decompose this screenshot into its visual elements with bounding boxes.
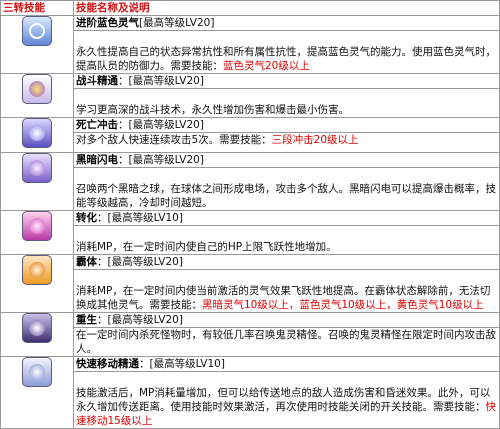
skill-desc-row: 技能激活后，MP消耗量增加，但可以给传送地点的敌人造成伤害和昏迷效果。此外，可以… bbox=[1, 371, 500, 429]
skill-desc-text: 在一定时间内杀死怪物时，有较低几率召唤鬼灵精怪。召唤的鬼灵精怪在限定时间内攻击敌… bbox=[76, 329, 496, 355]
skill-icon-cell bbox=[0, 15, 74, 74]
skill-icon-cell bbox=[0, 73, 74, 118]
skill-heading: 黑暗闪电：[最高等级LV20] bbox=[73, 152, 500, 168]
skill-row: 重生：[最高等级LV20] bbox=[0, 312, 500, 357]
skill-row: 进阶蓝色灵气[最高等级LV20] bbox=[0, 15, 500, 74]
skill-desc-row: 在一定时间内杀死怪物时，有较低几率召唤鬼灵精怪。召唤的鬼灵精怪在限定时间内攻击敌… bbox=[1, 327, 500, 357]
skill-description: 对多个敌人快速连续攻击5次。需要技能：三段冲击20级以上 bbox=[73, 132, 500, 153]
skill-level: ：[最高等级LV10] bbox=[139, 358, 225, 370]
skill-desc-row: 召唤两个黑暗之球，在球体之间形成电场，攻击多个敌人。黑暗闪电可以提高爆击概率，技… bbox=[1, 167, 500, 211]
skill-row: 转化：[最高等级LV10] bbox=[0, 210, 500, 255]
battle-mastery-icon bbox=[22, 74, 52, 104]
skill-heading: 战斗精通：[最高等级LV20] bbox=[73, 73, 500, 89]
skill-level: ：[最高等级LV20] bbox=[118, 119, 204, 131]
skill-heading: 快速移动精通：[最高等级LV10] bbox=[73, 356, 500, 372]
skill-level: ：[最高等级LV20] bbox=[118, 75, 204, 87]
skill-desc-row: 消耗MP，在一定时间内使当前激活的灵气效果飞跃性地提高。在霸体状态解除前，无法切… bbox=[1, 269, 500, 313]
skill-level: ：[最高等级LV20] bbox=[118, 154, 204, 166]
skills-table: 三转技能 技能名称及说明 进阶蓝色灵气[最高等级LV20] 永久性提高自己的状态… bbox=[0, 0, 500, 429]
skill-heading: 霸体：[最高等级LV20] bbox=[73, 254, 500, 270]
skill-desc-text: 学习更高深的战斗技术，永久性增加伤害和爆击最小伤害。 bbox=[76, 104, 349, 116]
skill-name: 转化 bbox=[76, 212, 97, 224]
blue-swirl-aura-icon bbox=[22, 16, 52, 46]
teleport-mastery-icon bbox=[22, 357, 52, 387]
skill-description: 消耗MP，在一定时间内使当前激活的灵气效果飞跃性地提高。在霸体状态解除前，无法切… bbox=[73, 269, 500, 313]
skill-desc-row: 永久性提高自己的状态异常抗性和所有属性抗性，提高蓝色灵气的能力。使用蓝色灵气时，… bbox=[1, 30, 500, 74]
header-description: 技能名称及说明 bbox=[73, 0, 500, 16]
skill-heading: 死亡冲击：[最高等级LV20] bbox=[73, 116, 500, 134]
skill-desc-text: 对多个敌人快速连续攻击5次。需要技能： bbox=[76, 134, 272, 147]
skill-row: 黑暗闪电：[最高等级LV20] bbox=[0, 152, 500, 211]
skill-desc-row: 对多个敌人快速连续攻击5次。需要技能：三段冲击20级以上 bbox=[1, 132, 500, 153]
skill-heading: 重生：[最高等级LV20] bbox=[73, 312, 500, 328]
skill-row: 死亡冲击：[最高等级LV20] bbox=[0, 116, 500, 153]
skill-name: 死亡冲击 bbox=[76, 119, 118, 131]
skill-name: 霸体 bbox=[76, 256, 97, 268]
revive-icon bbox=[22, 313, 52, 343]
transform-icon bbox=[22, 211, 52, 241]
skill-desc-text: 消耗MP，在一定时间内使自己的HP上限飞跃性地增加。 bbox=[76, 241, 337, 253]
skill-required: 蓝色灵气20级以上 bbox=[223, 60, 310, 72]
skill-description: 在一定时间内杀死怪物时，有较低几率召唤鬼灵精怪。召唤的鬼灵精怪在限定时间内攻击敌… bbox=[73, 327, 500, 357]
skill-level: ：[最高等级LV20] bbox=[97, 256, 183, 268]
skill-heading: 进阶蓝色灵气[最高等级LV20] bbox=[73, 15, 500, 31]
skill-desc-row: 消耗MP，在一定时间内使自己的HP上限飞跃性地增加。 bbox=[1, 225, 500, 255]
skill-name: 快速移动精通 bbox=[76, 358, 139, 370]
skill-icon-cell bbox=[0, 210, 74, 255]
skill-desc-text: 技能激活后，MP消耗量增加，但可以给传送地点的敌人造成伤害和昏迷效果。此外，可以… bbox=[76, 387, 491, 413]
skill-icon-cell bbox=[0, 117, 74, 153]
skill-required: 黑暗灵气10级以上，蓝色灵气10级以上，黄色灵气10级以上 bbox=[202, 299, 484, 311]
skill-description: 召唤两个黑暗之球，在球体之间形成电场，攻击多个敌人。黑暗闪电可以提高爆击概率，技… bbox=[73, 167, 500, 211]
skill-desc-text: 召唤两个黑暗之球，在球体之间形成电场，攻击多个敌人。黑暗闪电可以提高爆击概率，技… bbox=[76, 183, 496, 209]
skill-description: 永久性提高自己的状态异常抗性和所有属性抗性，提高蓝色灵气的能力。使用蓝色灵气时，… bbox=[73, 30, 500, 74]
skill-name: 黑暗闪电 bbox=[76, 154, 118, 166]
skill-name: 战斗精通 bbox=[76, 75, 118, 87]
skill-row: 霸体：[最高等级LV20] bbox=[0, 254, 500, 313]
skill-icon-cell bbox=[0, 356, 74, 429]
dominion-icon bbox=[22, 255, 52, 285]
skill-description: 学习更高深的战斗技术，永久性增加伤害和爆击最小伤害。 bbox=[73, 88, 500, 118]
skill-level: [最高等级LV20] bbox=[139, 17, 215, 29]
table-header-row: 三转技能 技能名称及说明 bbox=[0, 0, 500, 16]
skill-icon-cell bbox=[0, 254, 74, 313]
skill-name: 重生 bbox=[76, 314, 97, 326]
skill-level: ：[最高等级LV20] bbox=[97, 314, 183, 326]
dark-lightning-icon bbox=[22, 153, 52, 183]
skill-level: ：[最高等级LV10] bbox=[97, 212, 183, 224]
skill-description: 技能激活后，MP消耗量增加，但可以给传送地点的敌人造成伤害和昏迷效果。此外，可以… bbox=[73, 371, 500, 429]
skill-description: 消耗MP，在一定时间内使自己的HP上限飞跃性地增加。 bbox=[73, 225, 500, 255]
skill-required: 三段冲击20级以上 bbox=[271, 134, 359, 147]
skill-icon-cell bbox=[0, 312, 74, 357]
skill-row: 战斗精通：[最高等级LV20] bbox=[0, 73, 500, 118]
death-strike-icon bbox=[22, 118, 52, 148]
skill-icon-cell bbox=[0, 152, 74, 211]
skill-desc-row: 学习更高深的战斗技术，永久性增加伤害和爆击最小伤害。 bbox=[1, 88, 500, 118]
skill-name: 进阶蓝色灵气 bbox=[76, 17, 139, 29]
skill-row: 快速移动精通：[最高等级LV10] bbox=[0, 356, 500, 429]
header-skill: 三转技能 bbox=[0, 0, 74, 16]
skill-heading: 转化：[最高等级LV10] bbox=[73, 210, 500, 226]
